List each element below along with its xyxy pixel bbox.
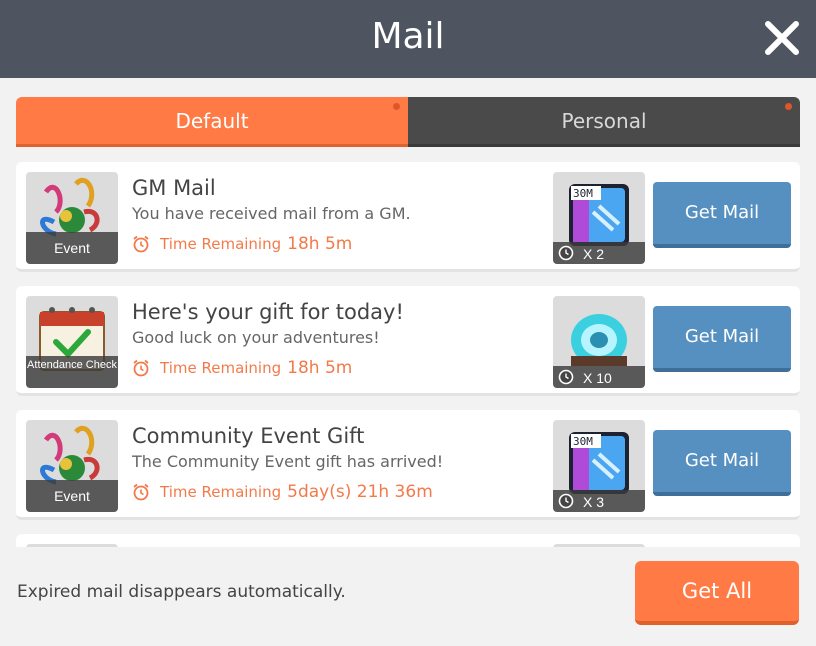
mail-description: You have received mail from a GM. [132,204,411,223]
mail-tabs: Default Personal [16,97,800,147]
notification-dot [785,103,792,110]
tab-default-label: Default [175,109,249,133]
mail-category-thumbnail: Event [26,172,118,264]
close-icon[interactable] [762,18,802,58]
mail-category-thumbnail: Attendance Check [26,296,118,388]
get-mail-button[interactable]: Get Mail [653,182,791,248]
time-remaining-value: 18h 5m [287,234,353,254]
time-remaining-value: 18h 5m [287,358,353,378]
reward-quantity: X 3 [583,494,605,510]
get-mail-button[interactable]: Get Mail [653,306,791,372]
mail-time-remaining: Time Remaining 5day(s) 21h 36m [132,482,433,502]
window-title: Mail [371,16,445,57]
mail-time-remaining: Time Remaining 18h 5m [132,234,352,254]
mail-category-thumbnail [26,544,118,547]
reward-quantity: X 10 [583,370,612,386]
get-mail-button[interactable]: Get Mail [653,430,791,496]
get-all-button[interactable]: Get All [635,561,799,625]
title-bar: Mail [0,0,816,78]
mail-category-label: Event [26,480,118,512]
mail-title: Community Event Gift [132,424,365,448]
reward-item[interactable] [553,544,645,547]
tab-default[interactable]: Default [16,97,408,147]
mail-item: Attendance Check Here's your gift for to… [16,286,800,396]
tab-personal-label: Personal [561,109,647,133]
tab-personal[interactable]: Personal [408,97,800,147]
svg-text:30M: 30M [573,187,593,200]
reward-item[interactable]: 30M X 2 [553,172,645,264]
clock-icon [558,245,574,261]
clock-icon [558,493,574,509]
reward-quantity: X 2 [583,246,605,262]
mail-category-thumbnail: Event [26,420,118,512]
clock-icon [558,369,574,385]
alarm-clock-icon [133,483,149,501]
mail-item: Event GM Mail You have received mail fro… [16,162,800,272]
reward-item[interactable]: 30M X 3 [553,420,645,512]
time-remaining-label: Time Remaining [160,235,282,253]
mail-category-label: Attendance Check [26,356,118,388]
time-remaining-label: Time Remaining [160,359,282,377]
mail-item: Event Community Event Gift The Community… [16,410,800,520]
expired-mail-note: Expired mail disappears automatically. [17,582,346,602]
reward-item[interactable]: X 10 [553,296,645,388]
mail-description: The Community Event gift has arrived! [132,452,444,471]
mail-title: GM Mail [132,176,216,200]
mail-list[interactable]: Event GM Mail You have received mail fro… [16,162,800,547]
alarm-clock-icon [133,235,149,253]
mail-description: Good luck on your adventures! [132,328,380,347]
svg-text:30M: 30M [573,435,593,448]
mail-item [16,534,800,547]
mail-title: Here's your gift for today! [132,300,404,324]
time-remaining-label: Time Remaining [160,483,282,501]
notification-dot [393,103,400,110]
alarm-clock-icon [133,359,149,377]
mail-category-label: Event [26,232,118,264]
mail-time-remaining: Time Remaining 18h 5m [132,358,352,378]
time-remaining-value: 5day(s) 21h 36m [287,482,433,502]
